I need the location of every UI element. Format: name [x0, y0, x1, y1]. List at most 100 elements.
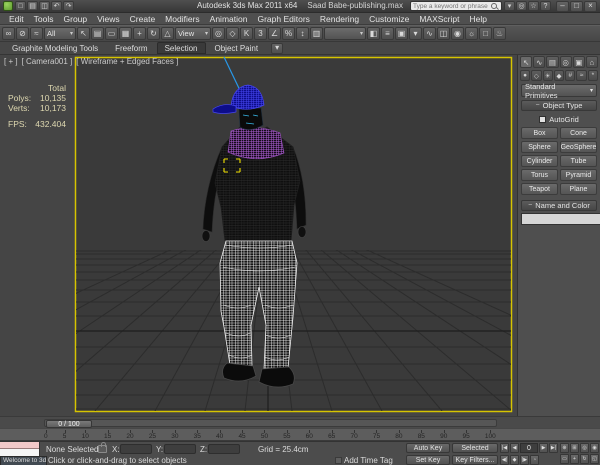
redo-icon[interactable]: ↷ [63, 1, 74, 11]
favorites-icon[interactable]: ☆ [528, 1, 539, 11]
menu-tools[interactable]: Tools [29, 13, 59, 25]
select-by-name-icon[interactable]: ▤ [91, 27, 104, 40]
search-dropdown-icon[interactable]: ▾ [504, 1, 515, 11]
utilities-tab-icon[interactable]: ⌂ [585, 56, 599, 68]
ribbon-tab-freeform[interactable]: Freeform [107, 42, 155, 54]
angle-snap-toggle-icon[interactable]: ∠ [268, 27, 281, 40]
z-coordinate-field[interactable] [208, 444, 240, 454]
render-setup-icon[interactable]: ☼ [465, 27, 478, 40]
window-crossing-icon[interactable]: ▦ [119, 27, 132, 40]
menu-rendering[interactable]: Rendering [315, 13, 364, 25]
viewport-menu-pov[interactable]: [ Camera001 ] [22, 57, 73, 66]
primitive-button-sphere[interactable]: Sphere [521, 141, 558, 153]
menu-maxscript[interactable]: MAXScript [414, 13, 464, 25]
primitive-button-teapot[interactable]: Teapot [521, 183, 558, 195]
primitive-button-tube[interactable]: Tube [560, 155, 597, 167]
ribbon-collapse-icon[interactable]: ▾ [271, 42, 284, 54]
search-input[interactable] [413, 2, 489, 10]
primitive-button-cylinder[interactable]: Cylinder [521, 155, 558, 167]
next-key-button[interactable]: |▶ [520, 455, 529, 465]
previous-frame-button[interactable]: ◀ [510, 443, 519, 453]
keyboard-shortcut-override-icon[interactable]: K [240, 27, 253, 40]
save-file-icon[interactable]: ◫ [39, 1, 50, 11]
zoom-all-icon[interactable]: ⊞ [570, 443, 579, 453]
menu-modifiers[interactable]: Modifiers [160, 13, 204, 25]
help-icon[interactable]: ? [540, 1, 551, 11]
zoom-extents-icon[interactable]: ◎ [580, 443, 589, 453]
cameras-category-icon[interactable]: ◆ [553, 70, 565, 81]
ribbon-tab-selection[interactable]: Selection [156, 42, 206, 54]
zoom-region-icon[interactable]: ▭ [560, 454, 569, 464]
layer-manager-icon[interactable]: ▣ [395, 27, 408, 40]
motion-tab-icon[interactable]: ◎ [559, 56, 572, 68]
percent-snap-toggle-icon[interactable]: % [282, 27, 295, 40]
primitive-button-cone[interactable]: Cone [560, 127, 597, 139]
geometry-category-icon[interactable]: ● [520, 70, 531, 81]
rendered-frame-window-icon[interactable]: □ [479, 27, 492, 40]
use-pivot-point-center-icon[interactable]: ◎ [212, 27, 225, 40]
search-icon[interactable] [491, 3, 497, 9]
select-and-scale-icon[interactable]: △ [161, 27, 174, 40]
viewport-camera001[interactable]: [ + ] [ Camera001 ] [ Wireframe + Edged … [0, 55, 517, 416]
object-type-rollout[interactable]: − Object Type [521, 100, 597, 111]
select-object-icon[interactable]: ↖ [77, 27, 90, 40]
ribbon-tab-graphite-modeling-tools[interactable]: Graphite Modeling Tools [4, 42, 106, 54]
lights-category-icon[interactable]: ☀ [542, 70, 553, 81]
material-editor-icon[interactable]: ◉ [451, 27, 464, 40]
play-animation-button[interactable]: ▶ [539, 443, 548, 453]
systems-category-icon[interactable]: * [587, 70, 598, 81]
current-frame-field[interactable]: 0 [520, 443, 538, 453]
maximize-button[interactable]: □ [570, 0, 583, 12]
primitive-button-plane[interactable]: Plane [560, 183, 597, 195]
name-color-rollout[interactable]: − Name and Color [521, 200, 597, 211]
edit-named-selection-sets-icon[interactable]: ▥ [310, 27, 323, 40]
menu-animation[interactable]: Animation [205, 13, 253, 25]
new-scene-icon[interactable]: □ [15, 1, 26, 11]
object-name-field[interactable] [521, 213, 600, 225]
autogrid-checkbox[interactable] [539, 115, 547, 123]
render-production-icon[interactable]: ♨ [493, 27, 506, 40]
reference-coordinate-system-dropdown[interactable]: View ▾ [175, 27, 211, 40]
align-icon[interactable]: ≡ [381, 27, 394, 40]
spinner-snap-toggle-icon[interactable]: ↕ [296, 27, 309, 40]
viewport-menu-shading[interactable]: [ Wireframe + Edged Faces ] [76, 57, 178, 66]
communication-center-icon[interactable]: ◎ [516, 1, 527, 11]
unlink-selection-icon[interactable]: ⊘ [16, 27, 29, 40]
display-tab-icon[interactable]: ▣ [572, 56, 585, 68]
x-coordinate-field[interactable] [120, 444, 152, 454]
go-to-start-button[interactable]: |◀ [500, 443, 509, 453]
macro-recorder-field[interactable] [0, 442, 39, 449]
snap-toggle-icon[interactable]: 3 [254, 27, 267, 40]
time-slider-track[interactable]: 0 / 100 [44, 419, 497, 428]
welcome-window-minimized[interactable]: Welcome to 3d [0, 456, 47, 465]
zoom-icon[interactable]: ⊕ [560, 443, 569, 453]
key-mode-toggle-icon[interactable]: ◆ [510, 455, 519, 465]
primitive-category-dropdown[interactable]: Standard Primitives ▾ [521, 82, 597, 100]
selection-filter-dropdown[interactable]: All ▾ [44, 27, 76, 40]
menu-views[interactable]: Views [92, 13, 125, 25]
menu-help[interactable]: Help [464, 13, 491, 25]
time-configuration-icon[interactable]: ◔ [530, 455, 539, 465]
listener-field[interactable] [0, 449, 39, 456]
pan-view-icon[interactable]: + [570, 454, 579, 464]
hierarchy-tab-icon[interactable]: ▤ [546, 56, 559, 68]
menu-edit[interactable]: Edit [4, 13, 29, 25]
key-mode-dropdown[interactable]: Selected [452, 443, 498, 453]
orbit-icon[interactable]: ↻ [580, 454, 589, 464]
auto-key-button[interactable]: Auto Key [406, 443, 450, 453]
maximize-viewport-toggle-icon[interactable]: ◱ [590, 454, 599, 464]
maxscript-mini-listener[interactable] [0, 442, 40, 456]
select-and-move-icon[interactable]: + [133, 27, 146, 40]
space-warps-category-icon[interactable]: ≈ [576, 70, 587, 81]
select-and-manipulate-icon[interactable]: ◇ [226, 27, 239, 40]
selection-lock-icon[interactable] [98, 442, 107, 453]
undo-icon[interactable]: ↶ [51, 1, 62, 11]
y-coordinate-field[interactable] [164, 444, 196, 454]
menu-create[interactable]: Create [125, 13, 161, 25]
create-tab-icon[interactable]: ↖ [520, 56, 533, 68]
previous-key-button[interactable]: ◀| [500, 455, 509, 465]
zoom-extents-all-icon[interactable]: ◉ [590, 443, 599, 453]
track-bar[interactable]: 0 5 10 15 20 25 30 35 40 45 50 55 60 65 70 75 80 85 90 95 10… [0, 428, 600, 441]
primitive-button-torus[interactable]: Torus [521, 169, 558, 181]
select-and-rotate-icon[interactable]: ↻ [147, 27, 160, 40]
